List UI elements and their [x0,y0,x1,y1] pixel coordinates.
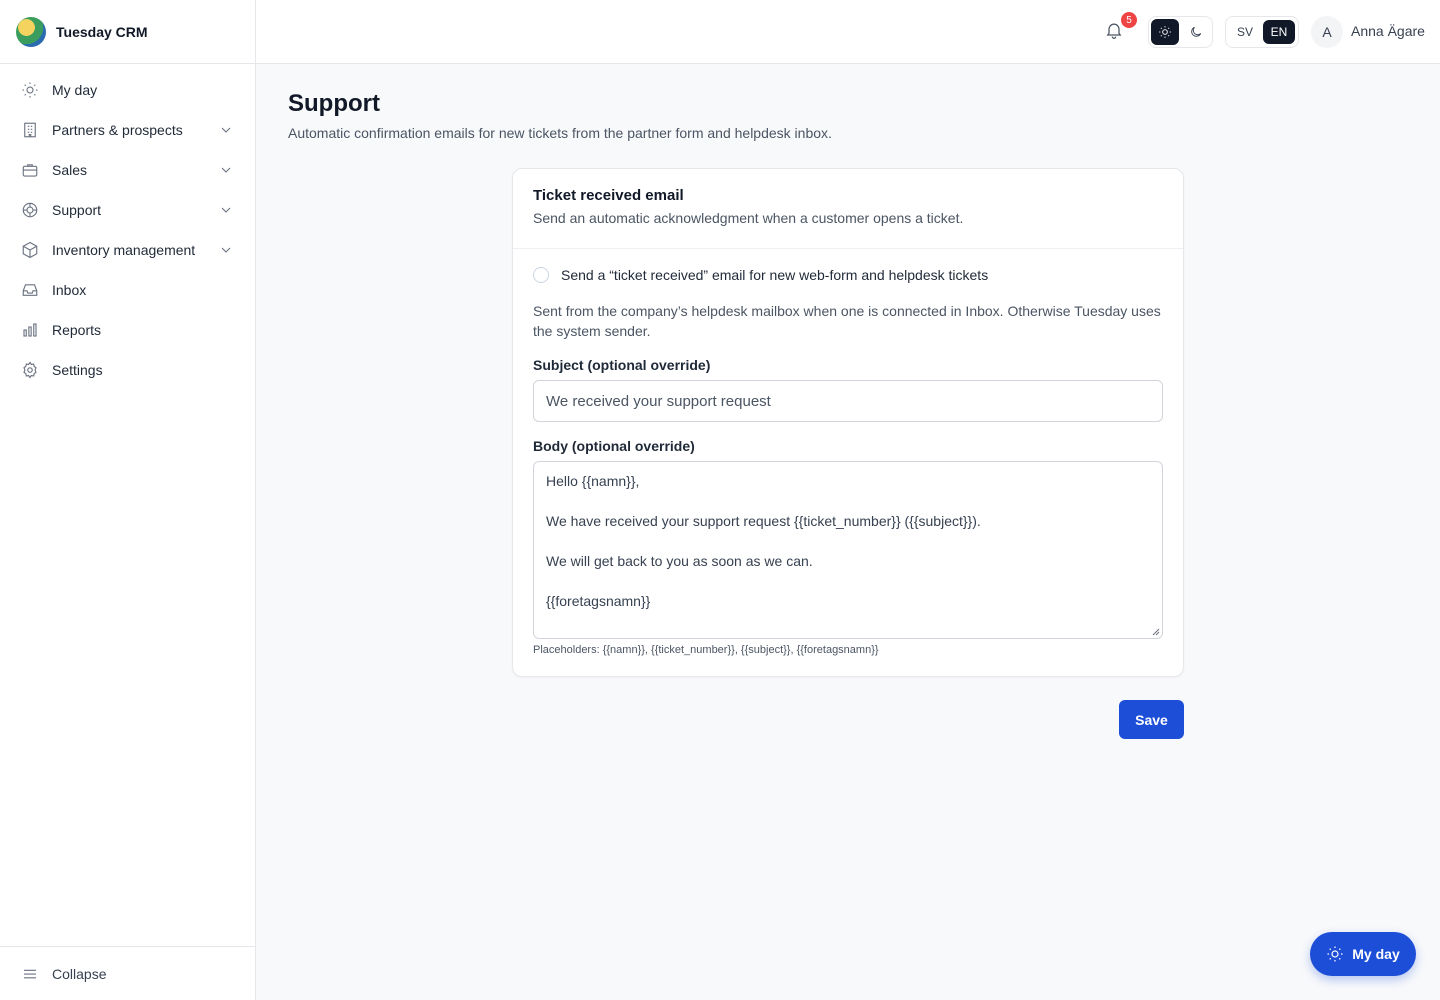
subject-input[interactable]: We received your support request [533,380,1163,422]
sidebar-item-label: Reports [52,322,102,338]
user-name[interactable]: Anna Ägare [1351,23,1425,39]
chevron-down-icon[interactable] [217,241,235,259]
collapse-button[interactable]: Collapse [0,946,256,1000]
sidebar-nav: My day Partners & prospects Sales Suppor… [0,64,255,390]
sidebar-item-support[interactable]: Support [0,190,255,230]
sun-icon [1327,946,1343,962]
language-sv-button[interactable]: SV [1229,20,1261,44]
body-text: Hello {{namn}}, We have received your su… [546,473,981,609]
briefcase-icon [20,160,40,180]
sidebar-item-reports[interactable]: Reports [0,310,255,350]
page-subtitle: Automatic confirmation emails for new ti… [288,125,832,141]
chevron-down-icon[interactable] [217,161,235,179]
sidebar-item-inventory[interactable]: Inventory management [0,230,255,270]
card-body: Send a “ticket received” email for new w… [513,267,1183,656]
sidebar-item-sales[interactable]: Sales [0,150,255,190]
resize-handle-icon [1152,628,1160,636]
building-icon [20,120,40,140]
body-label: Body (optional override) [533,438,695,454]
send-email-checkbox[interactable] [533,267,549,283]
gear-icon [20,360,40,380]
light-mode-button[interactable] [1151,19,1179,45]
sidebar-item-label: Inventory management [52,242,196,258]
send-email-toggle-row[interactable]: Send a “ticket received” email for new w… [533,267,1163,283]
sidebar-item-settings[interactable]: Settings [0,350,255,390]
sidebar-item-label: Partners & prospects [52,122,183,138]
sidebar-item-my-day[interactable]: My day [0,70,255,110]
notification-badge: 5 [1121,12,1137,28]
sender-hint: Sent from the company’s helpdesk mailbox… [533,303,1161,339]
avatar[interactable]: A [1311,16,1343,48]
lifebuoy-icon [20,200,40,220]
chevron-down-icon[interactable] [217,201,235,219]
top-bar: 5 SV EN A Anna Ägare [256,0,1440,64]
save-button[interactable]: Save [1119,700,1184,739]
sidebar: Tuesday CRM My day Partners & prospects … [0,0,256,1000]
fab-label: My day [1352,946,1400,962]
theme-toggle [1148,16,1213,48]
my-day-fab[interactable]: My day [1310,932,1416,976]
cube-icon [20,240,40,260]
bar-chart-icon [20,320,40,340]
inbox-icon [20,280,40,300]
app-name: Tuesday CRM [56,23,148,40]
brand[interactable]: Tuesday CRM [0,0,255,64]
sidebar-item-label: Inbox [52,282,87,298]
moon-icon [1191,26,1202,37]
send-email-label[interactable]: Send a “ticket received” email for new w… [561,267,988,283]
collapse-label: Collapse [52,965,107,982]
body-textarea[interactable]: Hello {{namn}}, We have received your su… [533,461,1163,639]
ticket-received-card: Ticket received email Send an automatic … [512,168,1184,677]
language-en-button[interactable]: EN [1263,20,1295,44]
placeholders-note: Placeholders: {{namn}}, {{ticket_number}… [533,644,879,656]
card-header: Ticket received email Send an automatic … [513,169,1183,249]
brand-logo [16,16,46,47]
sidebar-item-label: Settings [52,362,103,378]
menu-icon [20,964,40,984]
sidebar-item-inbox[interactable]: Inbox [0,270,255,310]
card-description: Send an automatic acknowledgment when a … [533,210,964,226]
sun-icon [20,80,40,100]
page-title: Support [288,90,380,117]
sun-icon [1158,26,1171,38]
subject-label: Subject (optional override) [533,357,711,373]
sidebar-item-label: Support [52,202,102,218]
chevron-down-icon[interactable] [217,121,235,139]
sidebar-item-label: Sales [52,162,88,178]
sidebar-item-label: My day [52,82,98,98]
dark-mode-button[interactable] [1183,19,1211,45]
card-title: Ticket received email [533,187,684,204]
sidebar-item-partners[interactable]: Partners & prospects [0,110,255,150]
language-toggle: SV EN [1225,16,1299,48]
